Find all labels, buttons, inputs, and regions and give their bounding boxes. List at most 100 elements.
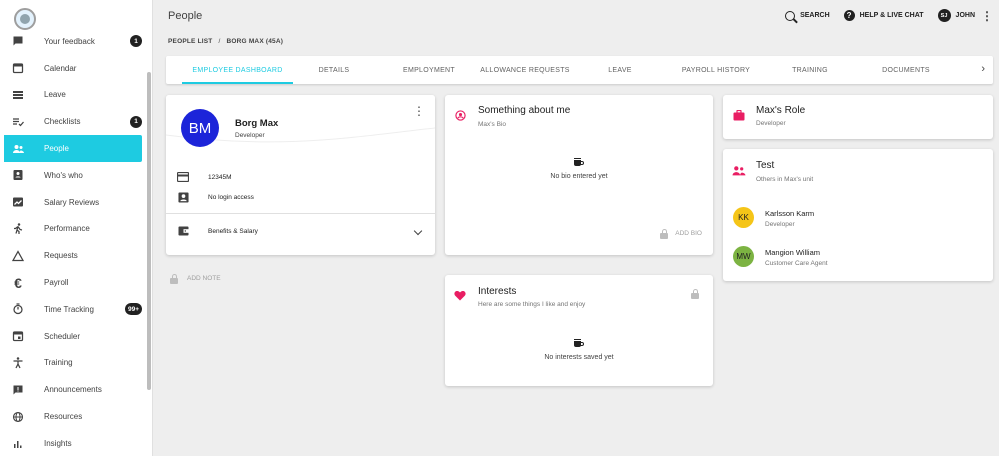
id-card-icon	[177, 172, 189, 182]
sidebar-item-insights[interactable]: Insights	[0, 430, 146, 456]
salary-icon	[10, 194, 26, 210]
top-actions: SEARCH ? HELP & LIVE CHAT SJ JOHN ⋮	[777, 9, 993, 22]
search-label: SEARCH	[800, 12, 830, 19]
breadcrumb-separator: /	[218, 38, 221, 45]
scheduler-icon	[10, 328, 26, 344]
feedback-icon	[10, 33, 26, 49]
euro-icon: €	[14, 274, 22, 291]
sidebar-item-training[interactable]: Training	[0, 350, 146, 377]
search-button[interactable]: SEARCH	[785, 10, 830, 21]
sidebar-item-label: Salary Reviews	[44, 197, 100, 207]
tab-leave[interactable]: LEAVE	[598, 56, 642, 84]
benefits-salary-toggle[interactable]: Benefits & Salary	[177, 226, 424, 236]
employee-name: Borg Max	[235, 118, 279, 129]
member-name: Karlsson Karm	[765, 209, 815, 218]
sidebar-item-whos-who[interactable]: Who's who	[0, 162, 146, 189]
interests-title: Interests	[478, 286, 517, 297]
training-icon	[10, 355, 26, 371]
sidebar-item-leave[interactable]: Leave	[0, 82, 146, 109]
tab-bar: EMPLOYEE DASHBOARD DETAILS EMPLOYMENT AL…	[166, 56, 993, 84]
more-vert-icon[interactable]: ⋮	[413, 105, 425, 117]
sidebar-item-calendar[interactable]: Calendar	[0, 55, 146, 82]
notification-badge: 1	[130, 35, 142, 48]
add-note-label: ADD NOTE	[187, 275, 221, 282]
people-icon	[732, 163, 746, 181]
briefcase-icon	[733, 108, 745, 126]
help-chat-button[interactable]: ? HELP & LIVE CHAT	[843, 10, 924, 21]
tab-employment[interactable]: EMPLOYMENT	[394, 56, 464, 84]
add-bio-button[interactable]: ADD BIO	[660, 229, 702, 239]
user-name: JOHN	[955, 12, 975, 19]
sidebar-item-salary-reviews[interactable]: Salary Reviews	[0, 189, 146, 216]
interests-subtitle: Here are some things I like and enjoy	[478, 301, 586, 308]
interests-empty-state: No interests saved yet	[445, 339, 713, 361]
tab-training[interactable]: TRAINING	[782, 56, 838, 84]
add-bio-label: ADD BIO	[675, 230, 702, 237]
breadcrumb: PEOPLE LIST / BORG MAX (45A)	[168, 38, 283, 45]
sidebar-item-payroll[interactable]: € Payroll	[0, 269, 146, 296]
bio-empty-text: No bio entered yet	[550, 173, 608, 180]
profile-divider	[166, 213, 435, 214]
sidebar-item-label: People	[44, 144, 69, 154]
member-name: Mangion William	[765, 248, 821, 257]
announcement-icon	[10, 382, 26, 398]
requests-icon	[10, 248, 26, 264]
sidebar-item-label: Your feedback	[44, 36, 95, 46]
sidebar-item-requests[interactable]: Requests	[0, 242, 146, 269]
employee-avatar: BM	[181, 109, 219, 147]
account-box-icon	[177, 191, 189, 203]
tab-payroll-history[interactable]: PAYROLL HISTORY	[674, 56, 758, 84]
globe-icon	[10, 409, 26, 425]
sidebar-item-label: Payroll	[44, 278, 69, 288]
tab-documents[interactable]: DOCUMENTS	[871, 56, 941, 84]
sidebar-item-label: Scheduler	[44, 331, 81, 341]
badge-icon	[10, 167, 26, 183]
sidebar-item-label: Who's who	[44, 170, 83, 180]
company-logo[interactable]	[14, 8, 36, 30]
member-role: Customer Care Agent	[765, 260, 828, 267]
sidebar-item-your-feedback[interactable]: Your feedback 1	[0, 28, 146, 55]
sidebar-item-label: Leave	[44, 90, 66, 100]
tabs-scroll-right-icon[interactable]: ›	[981, 63, 985, 75]
member-avatar: MW	[733, 246, 754, 267]
tab-label: TRAINING	[792, 66, 828, 74]
team-title: Test	[756, 160, 775, 171]
sidebar-item-time-tracking[interactable]: Time Tracking 99+	[0, 296, 146, 323]
sidebar-item-checklists[interactable]: Checklists 1	[0, 108, 146, 135]
sidebar-scrollbar[interactable]	[147, 72, 151, 390]
lock-icon	[170, 274, 178, 284]
sidebar-item-label: Performance	[44, 224, 90, 234]
search-icon	[785, 10, 796, 21]
sidebar-item-label: Resources	[44, 412, 83, 422]
user-menu-button[interactable]: SJ JOHN	[937, 9, 975, 22]
tab-details[interactable]: DETAILS	[306, 56, 362, 84]
timer-icon	[10, 301, 26, 317]
more-vert-icon[interactable]: ⋮	[981, 10, 993, 22]
breadcrumb-people-list[interactable]: PEOPLE LIST	[168, 38, 212, 45]
sidebar-nav: Your feedback 1 Calendar Leave Checklist…	[0, 28, 146, 456]
interests-card: Interests Here are some things I like an…	[445, 275, 713, 386]
tab-employee-dashboard[interactable]: EMPLOYEE DASHBOARD	[182, 56, 293, 84]
sidebar-item-label: Calendar	[44, 63, 77, 73]
employee-code: 12345M	[208, 173, 232, 181]
sidebar-item-people[interactable]: People	[4, 135, 142, 162]
sidebar-item-label: Insights	[44, 438, 72, 448]
notification-badge: 1	[130, 115, 142, 128]
lock-icon[interactable]	[691, 289, 699, 299]
team-card: Test Others in Max's unit KK Karlsson Ka…	[723, 149, 993, 281]
top-bar: People SEARCH ? HELP & LIVE CHAT SJ JOHN…	[153, 0, 999, 34]
breadcrumb-current: BORG MAX (45A)	[226, 38, 284, 45]
sidebar-item-announcements[interactable]: Announcements	[0, 376, 146, 403]
tab-allowance-requests[interactable]: ALLOWANCE REQUESTS	[478, 56, 572, 84]
sidebar-item-label: Checklists	[44, 117, 81, 127]
coffee-icon	[574, 339, 584, 348]
sidebar-item-scheduler[interactable]: Scheduler	[0, 323, 146, 350]
add-note-button[interactable]: ADD NOTE	[170, 274, 221, 284]
sidebar-item-label: Training	[44, 358, 73, 368]
sidebar-item-resources[interactable]: Resources	[0, 403, 146, 430]
team-subtitle: Others in Max's unit	[756, 176, 814, 183]
sidebar-item-performance[interactable]: Performance	[0, 216, 146, 243]
tab-label: DOCUMENTS	[882, 66, 930, 74]
insights-icon	[10, 435, 26, 451]
bio-subtitle: Max's Bio	[478, 121, 506, 128]
